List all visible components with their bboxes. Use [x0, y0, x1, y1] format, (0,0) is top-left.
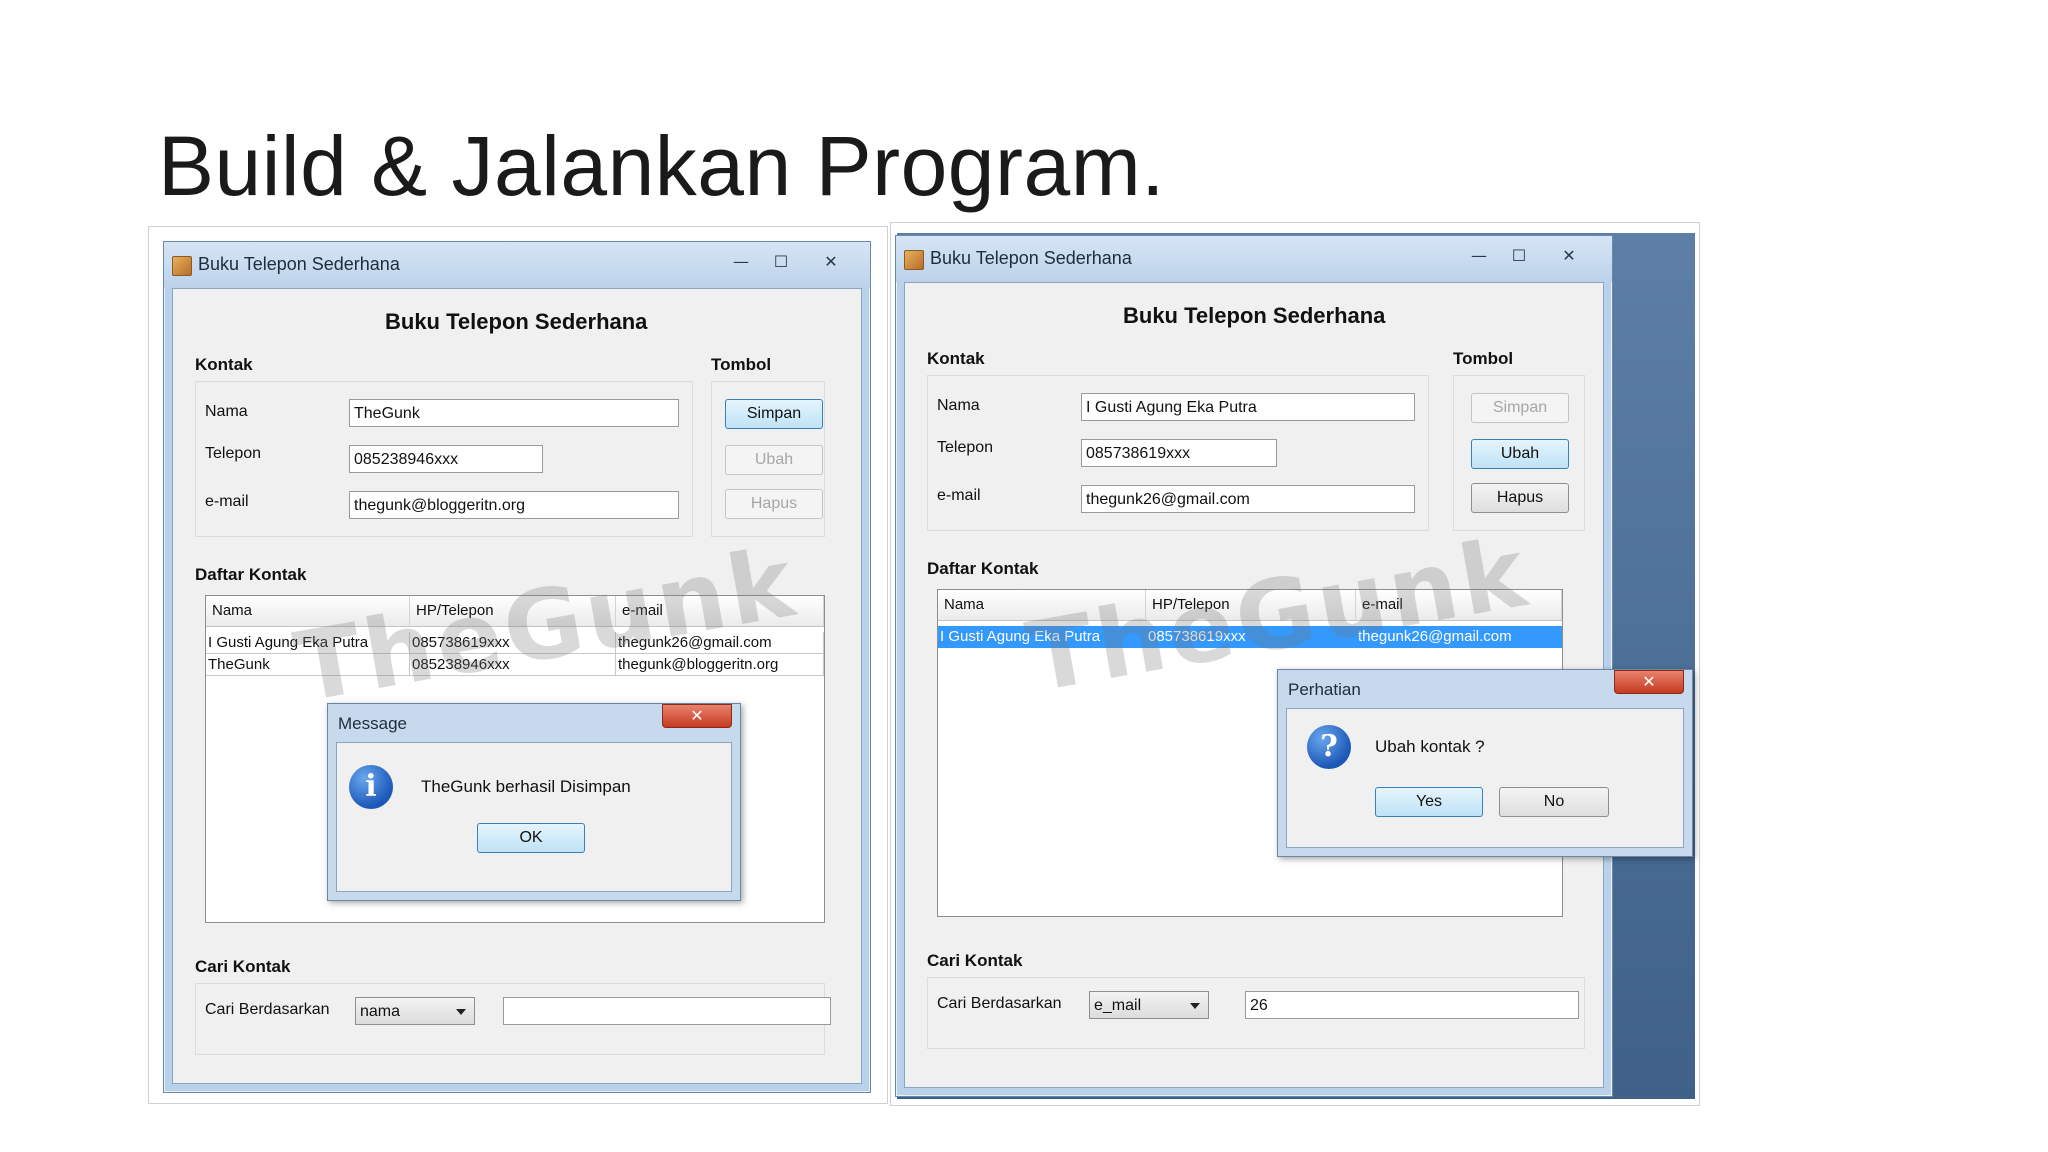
- column-header-telepon[interactable]: HP/Telepon: [1146, 590, 1356, 620]
- email-field[interactable]: thegunk26@gmail.com: [1081, 485, 1415, 513]
- kontak-title: Kontak: [927, 349, 985, 368]
- minimize-icon[interactable]: —: [1462, 244, 1496, 268]
- dialog-message: Ubah kontak ?: [1375, 737, 1485, 756]
- info-icon: i: [349, 765, 393, 809]
- close-icon[interactable]: ✕: [814, 250, 848, 274]
- app-heading: Buku Telepon Sederhana: [1123, 303, 1386, 328]
- table-cell: thegunk26@gmail.com: [1356, 626, 1562, 648]
- dialog-body: ? Ubah kontak ? Yes No: [1286, 708, 1684, 848]
- telepon-label: Telepon: [937, 439, 994, 456]
- daftar-kontak-title: Daftar Kontak: [927, 559, 1039, 578]
- chevron-down-icon: [1190, 1003, 1200, 1009]
- column-header-telepon[interactable]: HP/Telepon: [410, 596, 616, 626]
- maximize-icon[interactable]: ☐: [764, 250, 798, 274]
- column-header-nama[interactable]: Nama: [938, 590, 1146, 620]
- cari-kontak-title: Cari Kontak: [927, 951, 1023, 970]
- ok-button[interactable]: OK: [477, 823, 585, 853]
- daftar-kontak-title: Daftar Kontak: [195, 565, 307, 584]
- search-by-select[interactable]: e_mail: [1089, 991, 1209, 1019]
- nama-label: Nama: [205, 403, 248, 420]
- java-icon: [172, 256, 192, 276]
- dialog-body: i TheGunk berhasil Disimpan OK: [336, 742, 732, 892]
- confirm-dialog: Perhatian ✕ ? Ubah kontak ? Yes No: [1277, 669, 1693, 857]
- screenshot-ubah: Buku Telepon Sederhana — ☐ ✕ Buku Telepo…: [890, 222, 1700, 1106]
- dialog-close-icon[interactable]: ✕: [1614, 670, 1684, 694]
- column-header-nama[interactable]: Nama: [206, 596, 410, 626]
- yes-button[interactable]: Yes: [1375, 787, 1483, 817]
- cari-berdasarkan-label: Cari Berdasarkan: [937, 995, 1062, 1012]
- column-header-email[interactable]: e-mail: [1356, 590, 1562, 620]
- chevron-down-icon: [456, 1009, 466, 1015]
- table-cell: TheGunk: [206, 654, 410, 676]
- column-header-email[interactable]: e-mail: [616, 596, 824, 626]
- search-by-value: e_mail: [1094, 997, 1142, 1014]
- hapus-button[interactable]: Hapus: [725, 489, 823, 519]
- minimize-icon[interactable]: —: [724, 250, 758, 274]
- ubah-button[interactable]: Ubah: [1471, 439, 1569, 469]
- dialog-close-icon[interactable]: ✕: [662, 704, 732, 728]
- java-icon: [904, 250, 924, 270]
- table-row[interactable]: TheGunk 085238946xxx thegunk@bloggeritn.…: [206, 654, 824, 676]
- table-cell: 085738619xxx: [1146, 626, 1356, 648]
- tombol-title: Tombol: [1453, 349, 1514, 368]
- message-dialog: Message ✕ i TheGunk berhasil Disimpan OK: [327, 703, 741, 901]
- email-label: e-mail: [205, 493, 249, 510]
- window-titlebar: Buku Telepon Sederhana — ☐ ✕: [896, 236, 1612, 282]
- table-cell: 085238946xxx: [410, 654, 616, 676]
- app-window: Buku Telepon Sederhana — ☐ ✕ Buku Telepo…: [895, 235, 1613, 1097]
- table-header: Nama HP/Telepon e-mail: [206, 596, 824, 627]
- table-cell: 085738619xxx: [410, 632, 616, 654]
- cari-berdasarkan-label: Cari Berdasarkan: [205, 1001, 330, 1018]
- dialog-message: TheGunk berhasil Disimpan: [421, 777, 631, 796]
- maximize-icon[interactable]: ☐: [1502, 244, 1536, 268]
- app-heading: Buku Telepon Sederhana: [385, 309, 648, 334]
- ubah-button[interactable]: Ubah: [725, 445, 823, 475]
- window-content: Buku Telepon Sederhana Kontak Nama TheGu…: [172, 288, 862, 1084]
- search-by-value: nama: [360, 1003, 401, 1020]
- window-titlebar: Buku Telepon Sederhana — ☐ ✕: [164, 242, 870, 288]
- table-row-selected[interactable]: I Gusti Agung Eka Putra 085738619xxx the…: [938, 626, 1562, 648]
- table-cell: I Gusti Agung Eka Putra: [206, 632, 410, 654]
- window-title: Buku Telepon Sederhana: [198, 254, 400, 274]
- slide-title: Build & Jalankan Program.: [158, 119, 1166, 213]
- app-window: Buku Telepon Sederhana — ☐ ✕ Buku Telepo…: [163, 241, 871, 1093]
- table-header: Nama HP/Telepon e-mail: [938, 590, 1562, 621]
- table-row[interactable]: I Gusti Agung Eka Putra 085738619xxx the…: [206, 632, 824, 654]
- telepon-field[interactable]: 085738619xxx: [1081, 439, 1277, 467]
- search-input[interactable]: 26: [1245, 991, 1579, 1019]
- table-cell: I Gusti Agung Eka Putra: [938, 626, 1146, 648]
- cari-kontak-title: Cari Kontak: [195, 957, 291, 976]
- table-cell: thegunk26@gmail.com: [616, 632, 824, 654]
- window-title: Buku Telepon Sederhana: [930, 248, 1132, 268]
- close-icon[interactable]: ✕: [1552, 244, 1586, 268]
- search-input[interactable]: [503, 997, 831, 1025]
- dialog-title: Perhatian: [1288, 680, 1361, 699]
- simpan-button[interactable]: Simpan: [725, 399, 823, 429]
- simpan-button[interactable]: Simpan: [1471, 393, 1569, 423]
- nama-field[interactable]: TheGunk: [349, 399, 679, 427]
- question-icon: ?: [1307, 725, 1351, 769]
- email-field[interactable]: thegunk@bloggeritn.org: [349, 491, 679, 519]
- hapus-button[interactable]: Hapus: [1471, 483, 1569, 513]
- screenshot-simpan: Buku Telepon Sederhana — ☐ ✕ Buku Telepo…: [148, 226, 888, 1104]
- nama-label: Nama: [937, 397, 980, 414]
- telepon-label: Telepon: [205, 445, 262, 462]
- nama-field[interactable]: I Gusti Agung Eka Putra: [1081, 393, 1415, 421]
- dialog-title: Message: [338, 714, 407, 733]
- no-button[interactable]: No: [1499, 787, 1609, 817]
- search-by-select[interactable]: nama: [355, 997, 475, 1025]
- email-label: e-mail: [937, 487, 981, 504]
- table-cell: thegunk@bloggeritn.org: [616, 654, 824, 676]
- kontak-title: Kontak: [195, 355, 253, 374]
- telepon-field[interactable]: 085238946xxx: [349, 445, 543, 473]
- tombol-title: Tombol: [711, 355, 772, 374]
